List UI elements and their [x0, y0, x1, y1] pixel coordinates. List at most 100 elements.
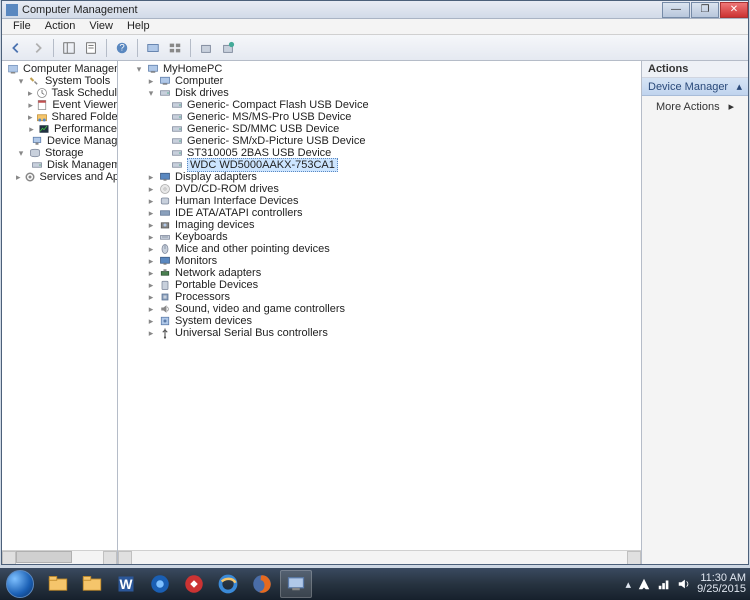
device-tree-pane[interactable]: ▾MyHomePC▸Computer▾Disk drivesGeneric- C… — [118, 61, 642, 564]
tree-item[interactable]: ▸System devices — [120, 315, 641, 327]
tree-item[interactable]: ▸Mice and other pointing devices — [120, 243, 641, 255]
expand-icon[interactable]: ▸ — [146, 172, 156, 182]
close-button[interactable]: ✕ — [720, 2, 748, 18]
tree-item[interactable]: Generic- MS/MS-Pro USB Device — [120, 111, 641, 123]
tree-item[interactable]: ▸Processors — [120, 291, 641, 303]
expand-icon[interactable]: ▸ — [146, 280, 156, 290]
more-actions-item[interactable]: More Actions ▸ — [642, 96, 748, 117]
expand-icon[interactable]: ▸ — [146, 244, 156, 254]
tree-item[interactable]: ▸Sound, video and game controllers — [120, 303, 641, 315]
expand-icon[interactable]: ▸ — [146, 208, 156, 218]
tree-item[interactable]: ▾System Tools — [2, 75, 117, 87]
expand-icon[interactable]: ▸ — [146, 196, 156, 206]
tree-item[interactable]: ▸Human Interface Devices — [120, 195, 641, 207]
titlebar[interactable]: Computer Management — ❐ ✕ — [2, 1, 748, 19]
tree-item[interactable]: ▾Storage — [2, 147, 117, 159]
tree-item[interactable]: ▸Task Scheduler — [2, 87, 117, 99]
menu-view[interactable]: View — [82, 19, 120, 34]
start-button[interactable] — [2, 570, 38, 598]
expand-icon[interactable]: ▸ — [146, 316, 156, 326]
forward-button[interactable] — [28, 38, 48, 58]
tree-item[interactable]: ▸Event Viewer — [2, 99, 117, 111]
actions-section[interactable]: Device Manager ▴ — [642, 78, 748, 96]
tree-item[interactable]: Device Manager — [2, 135, 117, 147]
maximize-button[interactable]: ❐ — [691, 2, 719, 18]
taskbar-explorer[interactable] — [42, 570, 74, 598]
tree-item[interactable]: ▸IDE ATA/ATAPI controllers — [120, 207, 641, 219]
expand-icon[interactable]: ▸ — [28, 88, 33, 98]
expand-icon[interactable]: ▸ — [28, 124, 35, 134]
volume-icon[interactable] — [677, 577, 691, 591]
tree-item[interactable]: ▸Services and Applications — [2, 171, 117, 183]
tree-item[interactable]: Generic- SM/xD-Picture USB Device — [120, 135, 641, 147]
tree-item[interactable]: Generic- SD/MMC USB Device — [120, 123, 641, 135]
back-button[interactable] — [6, 38, 26, 58]
tree-item[interactable]: ▸Computer — [120, 75, 641, 87]
tree-item[interactable]: ▸Network adapters — [120, 267, 641, 279]
expand-icon[interactable]: ▾ — [134, 64, 144, 74]
tree-item[interactable]: ▸Keyboards — [120, 231, 641, 243]
taskbar-libraries[interactable] — [76, 570, 108, 598]
expand-icon[interactable] — [158, 100, 168, 110]
taskbar-firefox[interactable] — [246, 570, 278, 598]
taskbar-compmgmt[interactable] — [280, 570, 312, 598]
expand-icon[interactable]: ▸ — [146, 76, 156, 86]
tree-item[interactable]: ▸Display adapters — [120, 171, 641, 183]
tree-item[interactable]: Generic- Compact Flash USB Device — [120, 99, 641, 111]
tree-item[interactable]: ▸Universal Serial Bus controllers — [120, 327, 641, 339]
action-center-icon[interactable] — [637, 577, 651, 591]
expand-icon[interactable]: ▸ — [16, 172, 21, 182]
expand-icon[interactable]: ▸ — [146, 304, 156, 314]
tree-item[interactable]: ▸Shared Folders — [2, 111, 117, 123]
scan-hardware-button[interactable] — [143, 38, 163, 58]
menu-file[interactable]: File — [6, 19, 38, 34]
network-icon[interactable] — [657, 577, 671, 591]
expand-icon[interactable]: ▾ — [16, 148, 26, 158]
expand-icon[interactable]: ▸ — [146, 232, 156, 242]
tree-item[interactable]: WDC WD5000AAKX-753CA1 — [120, 159, 641, 171]
expand-icon[interactable] — [158, 136, 168, 146]
taskbar-app-1[interactable] — [144, 570, 176, 598]
expand-icon[interactable]: ▸ — [146, 184, 156, 194]
expand-icon[interactable]: ▾ — [16, 76, 26, 86]
tree-item[interactable]: ▾MyHomePC — [120, 63, 641, 75]
expand-icon[interactable] — [158, 112, 168, 122]
horizontal-scrollbar[interactable] — [2, 550, 117, 564]
expand-icon[interactable] — [158, 160, 168, 170]
expand-icon[interactable]: ▸ — [146, 292, 156, 302]
taskbar-app-2[interactable] — [178, 570, 210, 598]
minimize-button[interactable]: — — [662, 2, 690, 18]
expand-icon[interactable]: ▸ — [28, 112, 33, 122]
tree-item[interactable]: ▸DVD/CD-ROM drives — [120, 183, 641, 195]
properties-button[interactable] — [81, 38, 101, 58]
update-driver-button[interactable] — [218, 38, 238, 58]
expand-icon[interactable]: ▸ — [28, 100, 33, 110]
tree-item[interactable]: ▾Disk drives — [120, 87, 641, 99]
tree-item[interactable]: ▸Imaging devices — [120, 219, 641, 231]
tree-item[interactable]: ▸Performance — [2, 123, 117, 135]
expand-icon[interactable]: ▸ — [146, 328, 156, 338]
uninstall-button[interactable] — [196, 38, 216, 58]
help-button[interactable]: ? — [112, 38, 132, 58]
show-hidden-icon[interactable]: ▴ — [626, 578, 632, 591]
expand-icon[interactable] — [158, 148, 168, 158]
menu-action[interactable]: Action — [38, 19, 83, 34]
expand-icon[interactable]: ▸ — [146, 268, 156, 278]
expand-icon[interactable]: ▾ — [146, 88, 156, 98]
expand-icon[interactable]: ▸ — [146, 220, 156, 230]
tree-item[interactable]: ▸Portable Devices — [120, 279, 641, 291]
view-button[interactable] — [165, 38, 185, 58]
show-hide-tree-button[interactable] — [59, 38, 79, 58]
taskbar-word[interactable]: W — [110, 570, 142, 598]
navigation-pane[interactable]: Computer Management (Local)▾System Tools… — [2, 61, 118, 564]
taskbar[interactable]: W ▴ 11:30 AM 9/25/2015 — [0, 568, 750, 600]
tree-item[interactable]: ▸Monitors — [120, 255, 641, 267]
system-tray[interactable]: ▴ 11:30 AM 9/25/2015 — [626, 573, 750, 595]
tree-item[interactable]: Disk Management — [2, 159, 117, 171]
clock[interactable]: 11:30 AM 9/25/2015 — [697, 573, 746, 595]
menu-help[interactable]: Help — [120, 19, 157, 34]
expand-icon[interactable]: ▸ — [146, 256, 156, 266]
mid-horizontal-scrollbar[interactable] — [118, 550, 641, 564]
tree-item[interactable]: Computer Management (Local) — [2, 63, 117, 75]
taskbar-ie[interactable] — [212, 570, 244, 598]
